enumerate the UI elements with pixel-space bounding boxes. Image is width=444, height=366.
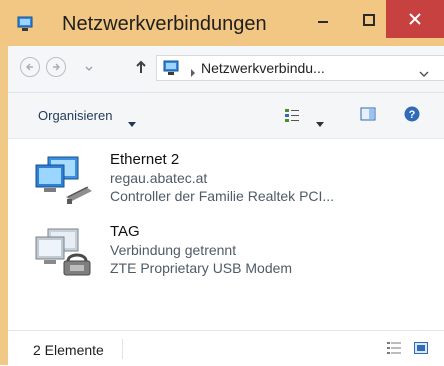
modem-connection-icon (34, 225, 94, 279)
view-options-icon[interactable] (284, 107, 300, 123)
address-bar[interactable]: Netzwerkverbindu... (156, 55, 444, 81)
title-bar[interactable]: Netzwerkverbindungen (0, 0, 444, 46)
navigation-bar: Netzwerkverbindu... (8, 46, 444, 93)
connection-status: regau.abatec.at (110, 170, 208, 186)
up-arrow-icon[interactable] (134, 59, 148, 75)
connection-name: Ethernet 2 (110, 151, 180, 168)
address-dropdown-icon[interactable] (419, 65, 429, 77)
organize-button[interactable]: Organisieren (38, 108, 112, 123)
minimize-button[interactable] (300, 2, 346, 38)
command-bar: Organisieren ? (8, 93, 444, 139)
breadcrumb-location[interactable]: Netzwerkverbindu... (201, 60, 325, 76)
connection-device: Controller der Familie Realtek PCI... (110, 188, 335, 204)
close-button[interactable] (386, 0, 444, 38)
status-divider (122, 339, 123, 359)
network-connections-icon[interactable] (17, 16, 35, 32)
recent-locations-chevron-icon[interactable] (84, 61, 94, 71)
network-connections-icon (163, 60, 181, 76)
organize-dropdown-icon[interactable] (128, 114, 136, 127)
ethernet-adapter-icon (34, 153, 94, 207)
explorer-client-area: Netzwerkverbindu... Organisieren ? Ether… (8, 46, 444, 366)
breadcrumb-separator-icon[interactable] (190, 64, 196, 77)
large-icons-view-icon[interactable] (414, 341, 428, 355)
list-item-tag[interactable]: TAG Verbindung getrennt ZTE Proprietary … (34, 219, 424, 289)
file-list: Ethernet 2 regau.abatec.at Controller de… (8, 139, 444, 325)
svg-text:?: ? (409, 109, 416, 121)
status-bar: 2 Elemente (8, 330, 444, 366)
explorer-window: Netzwerkverbindungen Netzwerkverbindu...… (0, 0, 444, 366)
window-title: Netzwerkverbindungen (62, 13, 267, 35)
forward-button[interactable] (46, 57, 66, 77)
connection-device: ZTE Proprietary USB Modem (110, 260, 293, 276)
details-view-icon[interactable] (387, 341, 401, 355)
connection-status: Verbindung getrennt (110, 242, 237, 258)
view-dropdown-icon[interactable] (316, 114, 324, 127)
back-button[interactable] (20, 57, 40, 77)
item-count: 2 Elemente (33, 342, 104, 358)
list-item-ethernet-2[interactable]: Ethernet 2 regau.abatec.at Controller de… (34, 147, 424, 217)
preview-pane-icon[interactable] (360, 106, 376, 122)
help-icon[interactable]: ? (403, 105, 421, 123)
connection-name: TAG (110, 223, 140, 240)
